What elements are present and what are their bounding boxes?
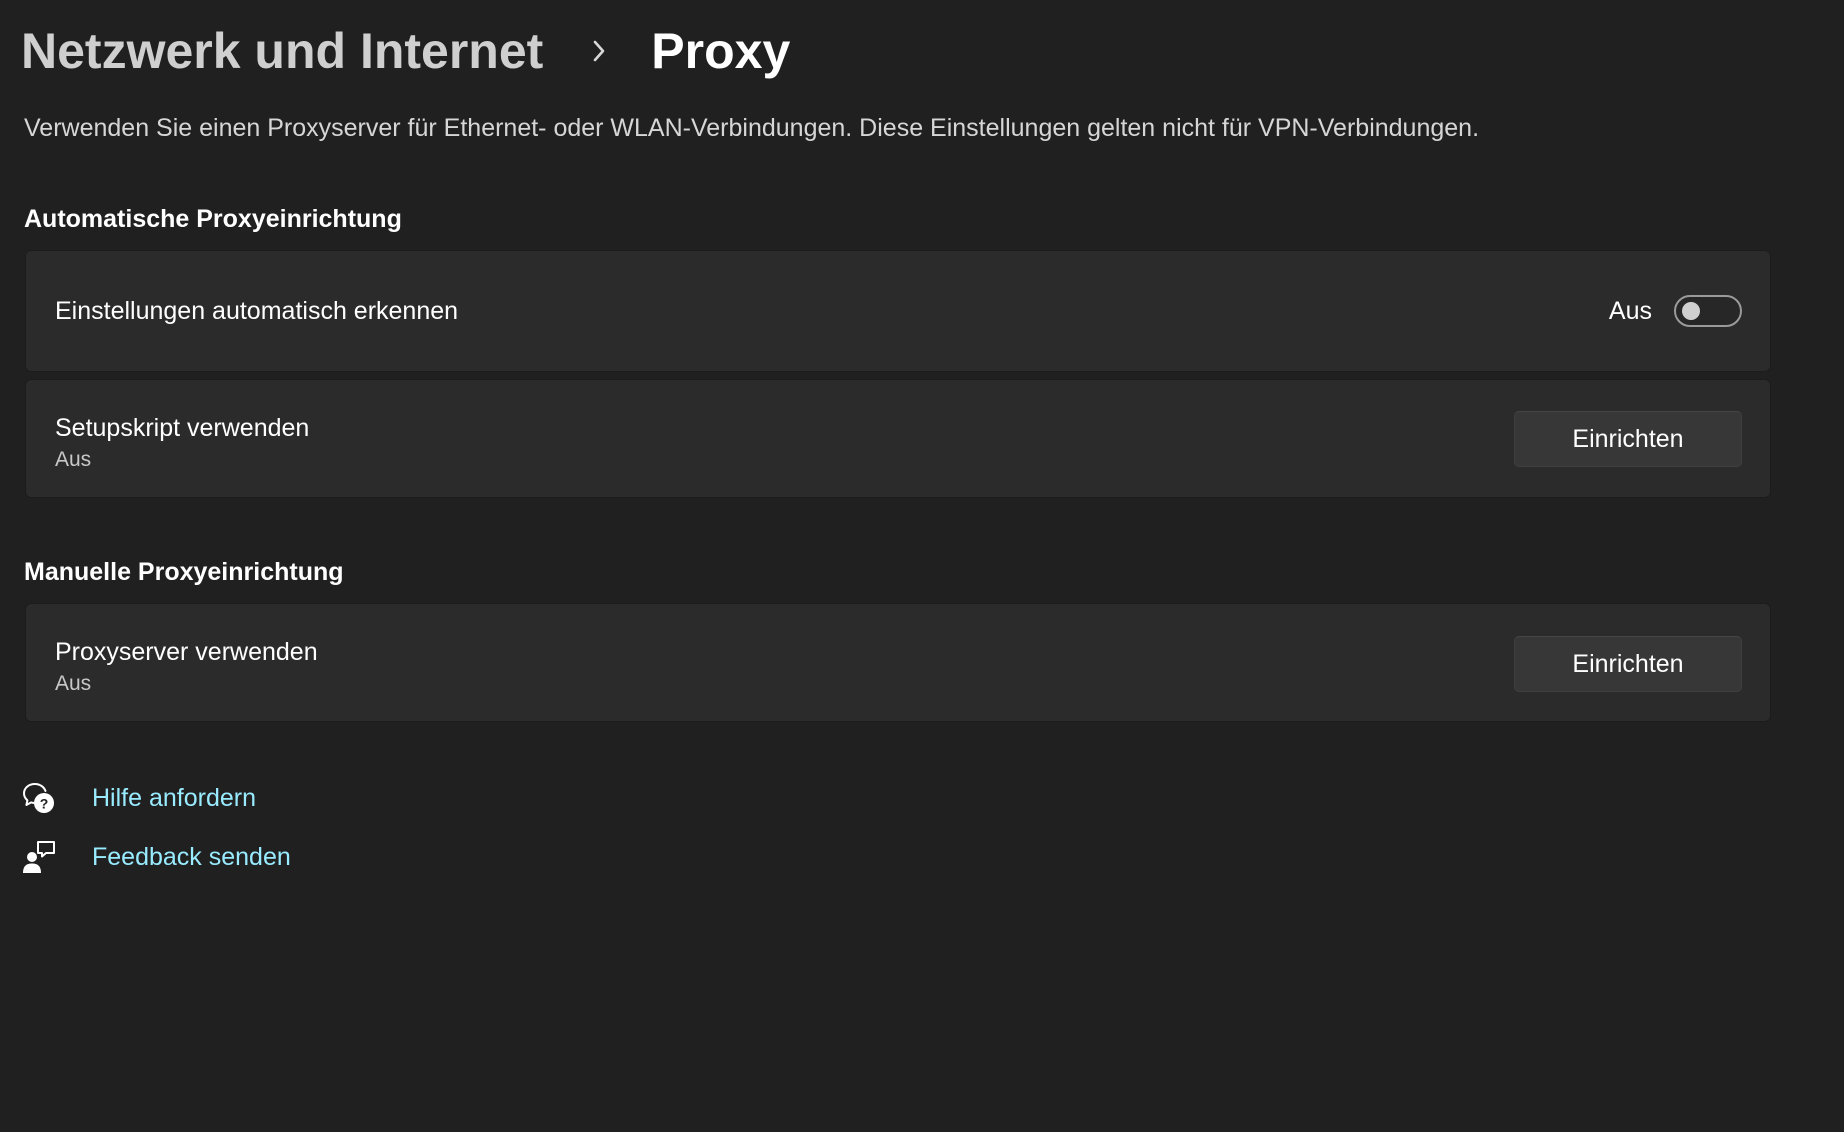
setup-script-label: Setupskript verwenden [55,414,310,442]
help-chat-icon: ? [22,781,56,815]
proxy-server-button[interactable]: Einrichten [1514,636,1742,692]
feedback-icon [22,840,56,874]
card-proxy-server: Proxyserver verwenden Aus Einrichten [25,603,1771,722]
settings-page: Netzwerk und Internet Proxy Verwenden Si… [0,0,1844,1132]
proxy-server-status: Aus [55,672,92,695]
feedback-link-label: Feedback senden [92,842,291,871]
breadcrumb-parent[interactable]: Netzwerk und Internet [21,22,543,80]
auto-detect-status: Aus [1608,297,1652,325]
feedback-link[interactable]: Feedback senden [22,840,291,874]
help-link-label: Hilfe anfordern [92,783,256,812]
breadcrumb: Netzwerk und Internet Proxy [21,18,790,84]
setup-script-status: Aus [55,448,92,471]
setup-script-button[interactable]: Einrichten [1514,411,1742,467]
auto-detect-toggle[interactable] [1674,295,1742,327]
chevron-right-icon [579,39,619,63]
toggle-knob [1682,302,1700,320]
page-description: Verwenden Sie einen Proxyserver für Ethe… [24,114,1480,142]
svg-text:?: ? [40,796,49,812]
page-title: Proxy [651,23,791,79]
section-title-auto: Automatische Proxyeinrichtung [24,205,402,233]
help-link[interactable]: ? Hilfe anfordern [22,781,256,815]
auto-detect-label: Einstellungen automatisch erkennen [55,297,459,325]
card-setup-script: Setupskript verwenden Aus Einrichten [25,379,1771,498]
proxy-server-label: Proxyserver verwenden [55,638,318,666]
card-auto-detect: Einstellungen automatisch erkennen Aus [25,250,1771,372]
section-title-manual: Manuelle Proxyeinrichtung [24,558,344,586]
